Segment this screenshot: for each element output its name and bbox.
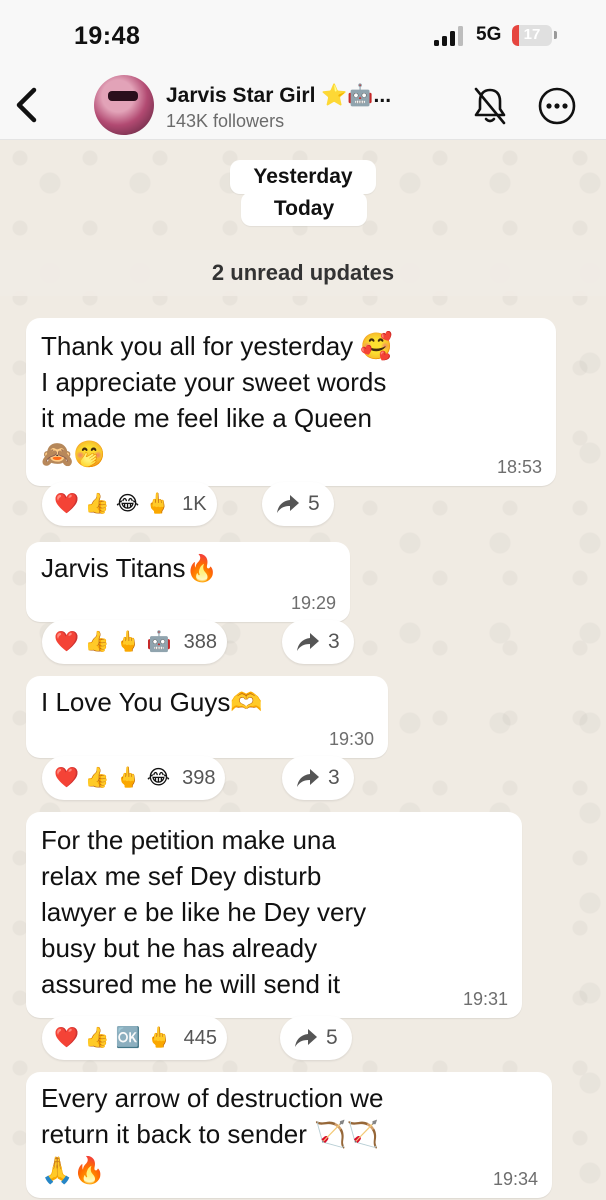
message-bubble[interactable]: Thank you all for yesterday 🥰 I apprecia… <box>26 318 556 486</box>
reactions-bar[interactable]: ❤️ 👍 😂 🖕 1K <box>42 482 217 526</box>
forward-icon <box>297 633 319 651</box>
forward-icon <box>297 769 319 787</box>
reaction-count: 445 <box>183 1026 217 1049</box>
reaction-emoji: 🤖 <box>146 631 172 653</box>
chevron-left-icon[interactable] <box>6 82 46 128</box>
channel-header: Jarvis Star Girl ⭐🤖... 143K followers <box>0 70 606 140</box>
reaction-count: 1K <box>182 492 207 515</box>
message-bubble[interactable]: For the petition make una relax me sef D… <box>26 812 522 1018</box>
status-time: 19:48 <box>74 22 141 50</box>
reaction-emoji: 👍 <box>84 493 110 515</box>
forward-button[interactable]: 3 <box>282 756 354 800</box>
signal-icon <box>434 26 464 46</box>
reaction-emoji: 🖕 <box>115 767 141 789</box>
reaction-emoji: 👍 <box>84 1027 110 1049</box>
message-text: I Love You Guys🫶 <box>41 687 263 717</box>
reactions-bar[interactable]: ❤️ 👍 🆗 🖕 445 <box>42 1016 227 1060</box>
bell-muted-icon[interactable] <box>470 84 510 128</box>
message-text: Every arrow of destruction we return it … <box>41 1083 384 1185</box>
channel-name[interactable]: Jarvis Star Girl ⭐🤖... <box>166 84 391 108</box>
forward-count: 3 <box>328 766 340 789</box>
message-time: 19:29 <box>290 593 336 613</box>
reactions-bar[interactable]: ❤️ 👍 🖕 🤖 388 <box>42 620 227 664</box>
message-text: For the petition make una relax me sef D… <box>41 825 367 999</box>
reaction-emoji: ❤️ <box>54 767 79 789</box>
battery-tip <box>554 31 557 39</box>
reaction-emoji: 🖕 <box>115 631 141 653</box>
date-pill-yesterday: Yesterday <box>230 160 376 194</box>
unread-updates-banner: 2 unread updates <box>0 250 606 296</box>
network-type: 5G <box>476 24 502 45</box>
reaction-emoji: 🖕 <box>146 1027 172 1049</box>
battery-percentage: 17 <box>523 26 541 43</box>
forward-button[interactable]: 5 <box>262 482 334 526</box>
reaction-emoji: ❤️ <box>54 493 79 515</box>
reaction-emoji: 🆗 <box>115 1027 141 1049</box>
reaction-count: 388 <box>183 630 217 653</box>
channel-avatar[interactable] <box>94 75 154 135</box>
reaction-count: 398 <box>182 766 216 789</box>
forward-icon <box>295 1029 317 1047</box>
message-time: 19:31 <box>462 989 508 1009</box>
reaction-emoji: 👍 <box>84 631 110 653</box>
message-bubble[interactable]: Every arrow of destruction we return it … <box>26 1072 552 1198</box>
battery-icon: 17 <box>512 25 552 46</box>
reaction-emoji: 👍 <box>84 767 110 789</box>
message-time: 19:34 <box>492 1169 538 1189</box>
reaction-emoji: ❤️ <box>54 631 79 653</box>
message-time: 18:53 <box>496 457 542 477</box>
message-text: Thank you all for yesterday 🥰 I apprecia… <box>41 331 393 469</box>
follower-count: 143K followers <box>166 111 285 131</box>
status-bar: 19:48 5G 17 <box>0 0 606 70</box>
forward-count: 3 <box>328 630 340 653</box>
more-icon[interactable] <box>537 86 577 126</box>
forward-button[interactable]: 3 <box>282 620 354 664</box>
reaction-emoji: ❤️ <box>54 1027 79 1049</box>
date-pill-today: Today <box>241 192 367 226</box>
forward-button[interactable]: 5 <box>280 1016 352 1060</box>
message-text: Jarvis Titans🔥 <box>41 553 218 583</box>
message-bubble[interactable]: Jarvis Titans🔥 19:29 <box>26 542 350 622</box>
message-bubble[interactable]: I Love You Guys🫶 19:30 <box>26 676 388 758</box>
forward-count: 5 <box>308 492 320 515</box>
forward-icon <box>277 495 299 513</box>
reaction-emoji: 😂 <box>115 493 140 515</box>
forward-count: 5 <box>326 1026 338 1049</box>
message-time: 19:30 <box>328 729 374 749</box>
reaction-emoji: 🖕 <box>145 493 171 515</box>
reaction-emoji: 😂 <box>146 767 171 789</box>
reactions-bar[interactable]: ❤️ 👍 🖕 😂 398 <box>42 756 226 800</box>
